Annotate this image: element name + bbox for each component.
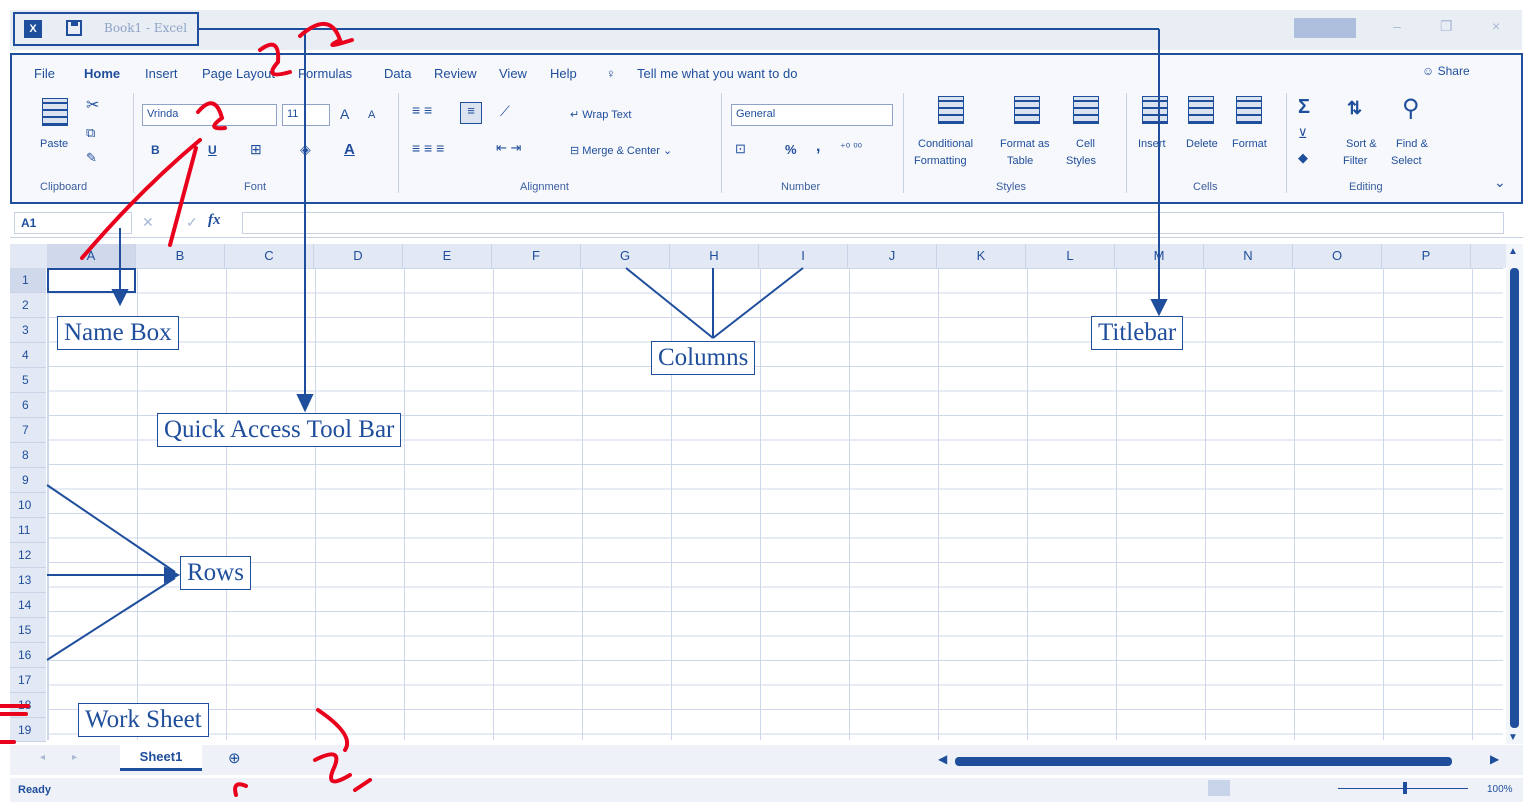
annotation-columns: Columns	[651, 341, 756, 375]
annotation-overlay	[0, 22, 1168, 797]
annotation-rows: Rows	[180, 556, 251, 590]
annotation-work-sheet: Work Sheet	[78, 703, 209, 737]
annotation-titlebar: Titlebar	[1091, 316, 1184, 350]
annotation-quick-access: Quick Access Tool Bar	[157, 413, 402, 447]
annotation-name-box: Name Box	[57, 316, 179, 350]
